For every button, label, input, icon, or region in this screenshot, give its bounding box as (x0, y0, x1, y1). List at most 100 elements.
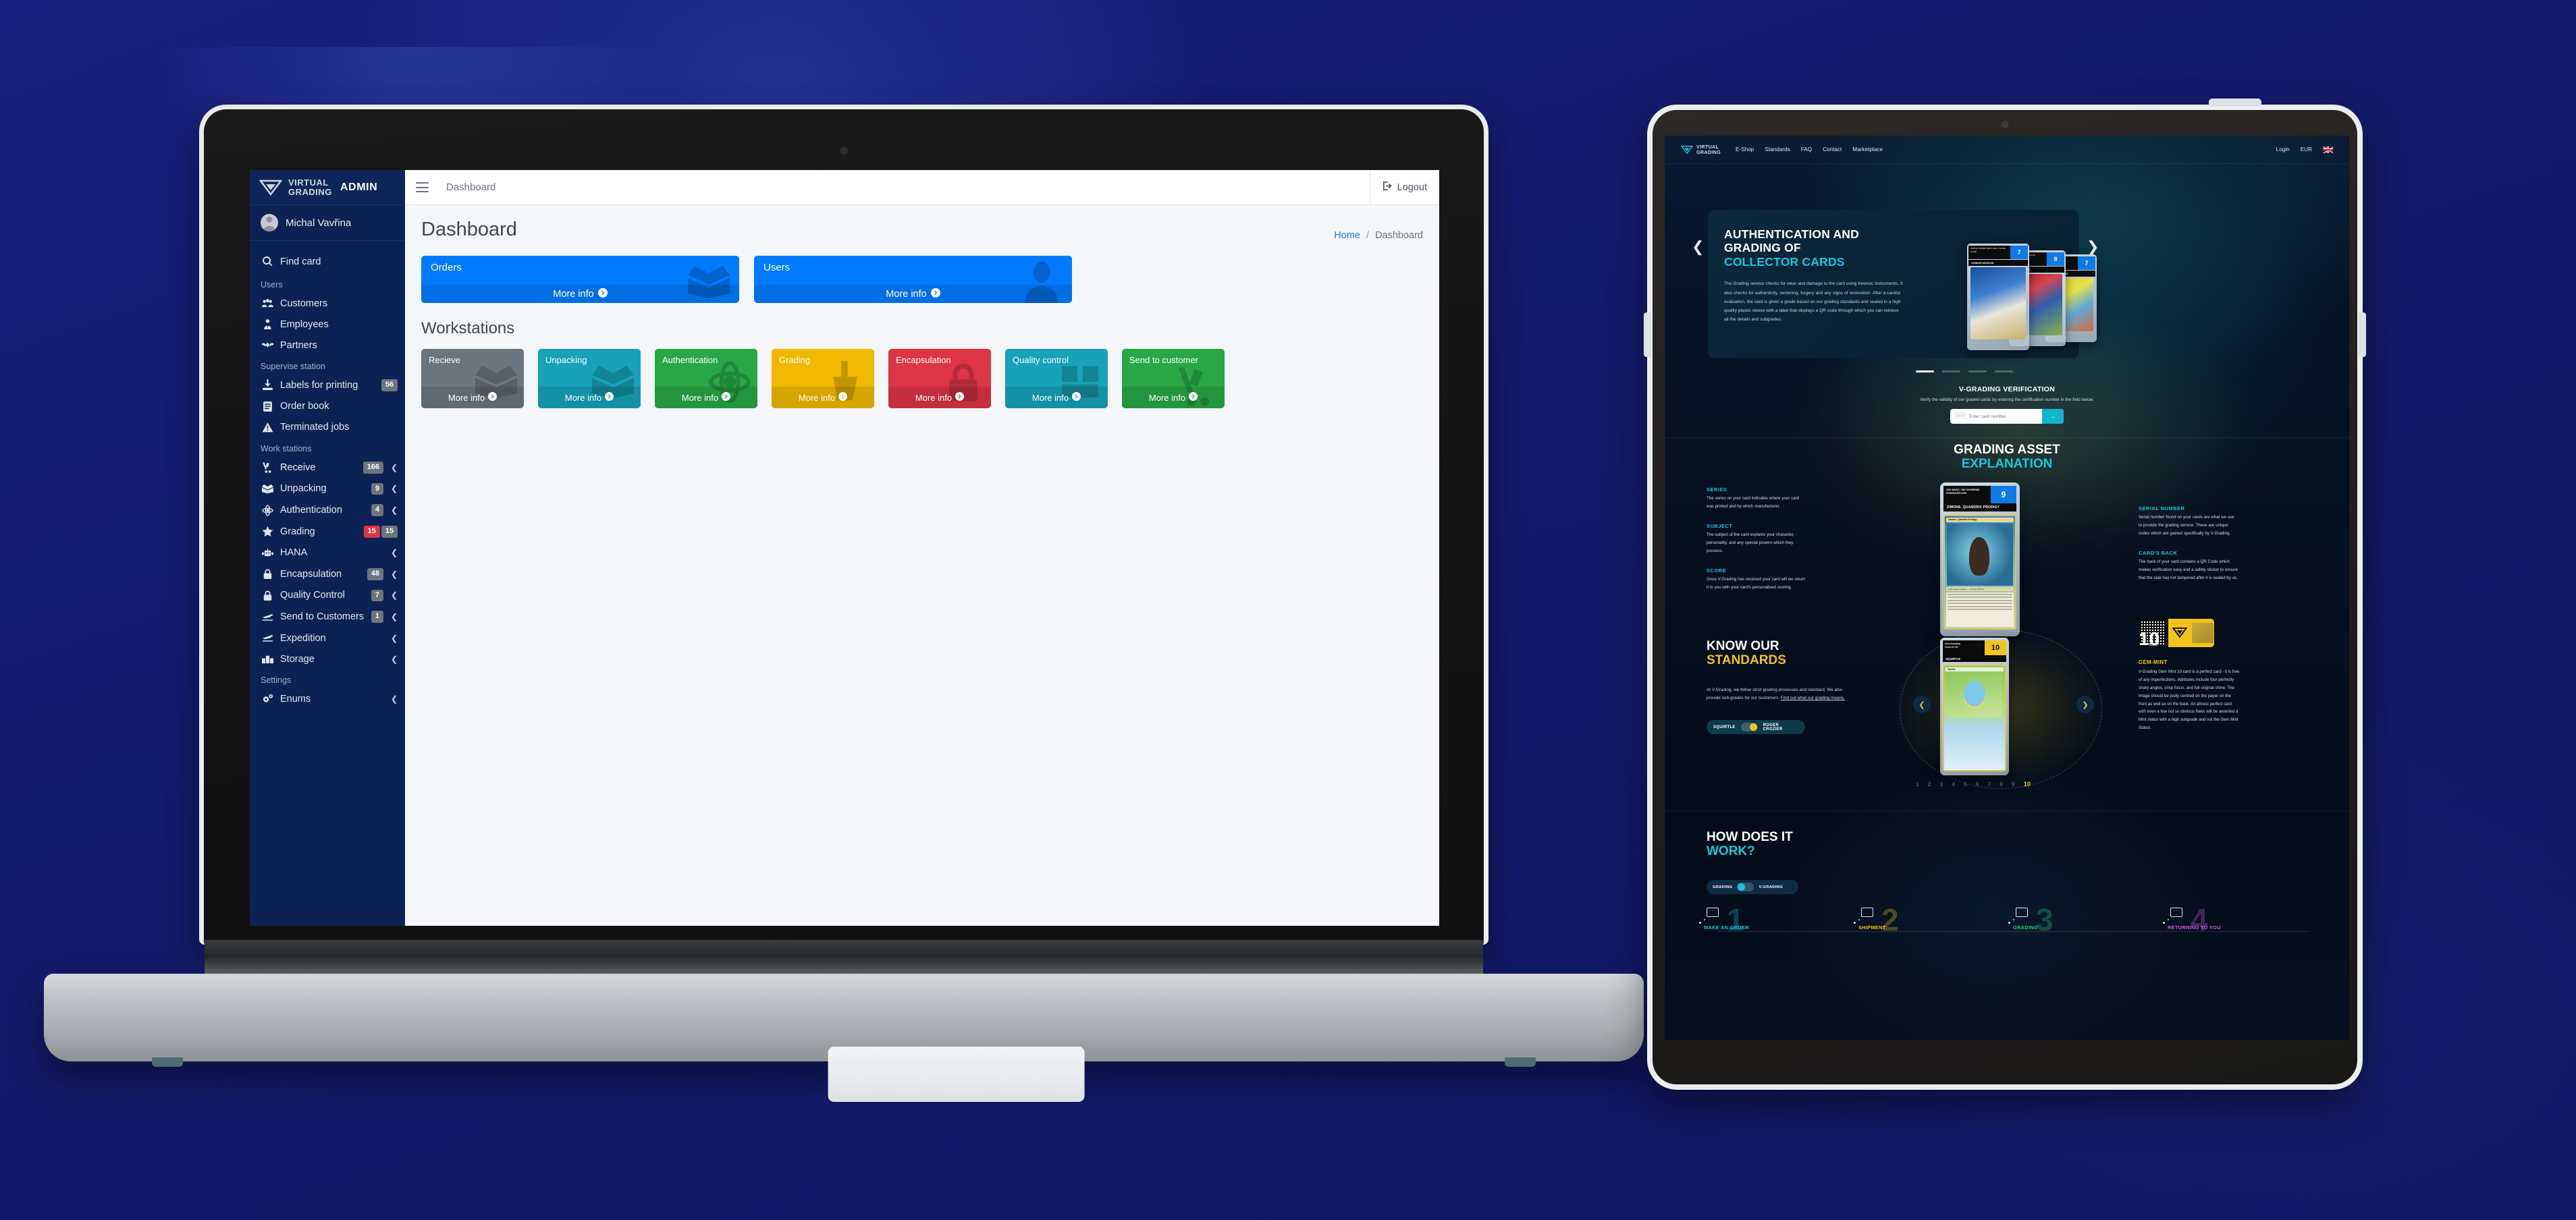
tablet-screen: VIRTUAL GRADING E-Shop Standards FAQ Cont… (1665, 136, 2349, 1040)
sidebar-item-storage[interactable]: Storage ❮ (250, 648, 405, 669)
status-badge: 166 (363, 461, 383, 474)
standards-prev-arrow-icon[interactable]: ❮ (1913, 696, 1931, 713)
verification-submit-button[interactable]: → (2042, 409, 2064, 424)
workstation-card-more-info[interactable]: More info (538, 387, 641, 408)
scale-step[interactable]: 5 (1964, 781, 1967, 788)
nav-link-contact[interactable]: Contact (1823, 146, 1842, 152)
workstation-card-more-info[interactable]: More info (1005, 387, 1108, 408)
sidebar-item-encapsulation[interactable]: Encapsulation 48 ❮ (250, 563, 405, 585)
chevron-left-icon[interactable]: ❮ (390, 655, 398, 664)
scale-step-active[interactable]: 10 (2024, 781, 2031, 788)
uk-flag-icon[interactable] (2323, 146, 2333, 153)
toggle-knob[interactable] (1740, 723, 1758, 731)
sidebar-item-hana[interactable]: HANA ❮ (250, 543, 405, 563)
workstation-card-encapsulation[interactable]: Encapsulation More info (888, 349, 991, 408)
standards-slab: 2019 POKEMON TEAM UP #22 10 SQUIRTLE Squ… (1940, 638, 2009, 775)
scale-step[interactable]: 6 (1976, 781, 1979, 788)
sidebar-item-label: Terminated jobs (280, 422, 350, 433)
carousel-dot[interactable] (1916, 370, 1934, 372)
scale-step[interactable]: 7 (1987, 781, 1991, 788)
sidebar-item-customers[interactable]: Customers (250, 293, 405, 314)
chevron-left-icon[interactable]: ❮ (390, 484, 398, 493)
standards-link[interactable]: Find out what our grading means. (1781, 696, 1845, 700)
workstation-card-recieve[interactable]: Recieve More info (421, 349, 524, 408)
sidebar-user[interactable]: Michal Vavřina (250, 205, 405, 241)
sidebar-item-label: Enums (280, 693, 311, 704)
standards-card-toggle[interactable]: SQUIRTLE ROGER CROZIER (1707, 720, 1805, 734)
block-heading: SCORE (1707, 567, 1727, 574)
workstation-card-more-info[interactable]: More info (655, 387, 757, 408)
scale-step[interactable]: 1 (1916, 781, 1919, 788)
how-it-works-toggle[interactable]: GRADING V-GRADING (1707, 880, 1798, 894)
scale-step[interactable]: 4 (1952, 781, 1955, 788)
tablet-volume-button[interactable] (2359, 312, 2366, 357)
sidebar-item-terminated-jobs[interactable]: Terminated jobs (250, 417, 405, 438)
carousel-dot[interactable] (1995, 370, 2013, 372)
workstation-card-cta-label: More info (798, 392, 836, 403)
chevron-left-icon[interactable]: ❮ (390, 548, 398, 557)
chevron-left-icon[interactable]: ❮ (390, 694, 398, 704)
chevron-left-icon[interactable]: ❮ (390, 634, 398, 643)
laptop-device: VIRTUAL GRADING ADMIN Michal Vavřina Fin… (37, 105, 1657, 1102)
sidebar-item-expedition[interactable]: Expedition ❮ (250, 628, 405, 648)
workstation-card-grading[interactable]: Grading More info (772, 349, 874, 408)
chevron-left-icon[interactable]: ❮ (390, 463, 398, 472)
workstation-card-more-info[interactable]: More info (1122, 387, 1225, 408)
scale-step[interactable]: 3 (1939, 781, 1943, 788)
sidebar-item-quality-control[interactable]: Quality Control 7 ❮ (250, 585, 405, 607)
scale-step[interactable]: 9 (2012, 781, 2015, 788)
sidebar-item-order-book[interactable]: Order book (250, 396, 405, 417)
sidebar-brand[interactable]: VIRTUAL GRADING ADMIN (250, 170, 405, 205)
workstation-card-more-info[interactable]: More info (421, 387, 524, 408)
workstation-card-more-info[interactable]: More info (888, 387, 991, 408)
nav-link-faq[interactable]: FAQ (1801, 146, 1812, 152)
currency-selector[interactable]: EUR (2301, 146, 2312, 152)
stat-card-more-info[interactable]: More info (754, 285, 1072, 303)
stat-card-orders[interactable]: Orders More info (421, 256, 739, 303)
sidebar-item-employees[interactable]: Employees (250, 314, 405, 335)
sidebar-item-labels-for-printing[interactable]: Labels for printing 56 (250, 375, 405, 396)
sidebar-item-find-card[interactable]: Find card (250, 249, 405, 274)
card-number-input[interactable] (1965, 414, 2042, 419)
nav-link-eshop[interactable]: E-Shop (1736, 146, 1754, 152)
carousel-dot[interactable] (1942, 370, 1960, 372)
tablet-power-button[interactable] (2209, 99, 2261, 107)
workstation-card-quality-control[interactable]: Quality control More info (1005, 349, 1108, 408)
toggle-knob[interactable] (1737, 883, 1754, 891)
hero-prev-arrow-icon[interactable]: ❮ (1692, 238, 1704, 256)
workstation-card-authentication[interactable]: Authentication More info (655, 349, 757, 408)
sidebar-item-receive[interactable]: Receive 166 ❮ (250, 457, 405, 478)
tablet-side-button[interactable] (1644, 312, 1651, 357)
card-id-icon (1955, 410, 1966, 422)
scale-step[interactable]: 2 (1928, 781, 1931, 788)
stat-card-more-info[interactable]: More info (421, 285, 739, 303)
chevron-left-icon[interactable]: ❮ (390, 590, 398, 600)
sidebar-item-send-to-customers[interactable]: Send to Customers 1 ❮ (250, 606, 405, 628)
stat-card-users[interactable]: Users More info (754, 256, 1072, 303)
handshake-icon (262, 339, 273, 351)
workstation-card-unpacking[interactable]: Unpacking More info (538, 349, 641, 408)
breadcrumb-home[interactable]: Home (1334, 230, 1360, 241)
chevron-left-icon[interactable]: ❮ (390, 612, 398, 621)
logout-button[interactable]: Logout (1369, 170, 1439, 204)
hero-next-arrow-icon[interactable]: ❯ (2087, 238, 2099, 256)
chevron-left-icon[interactable]: ❮ (390, 505, 398, 515)
sidebar-item-authentication[interactable]: Authentication 4 ❮ (250, 499, 405, 521)
chevron-left-icon[interactable]: ❮ (390, 570, 398, 579)
scale-step[interactable]: 8 (2000, 781, 2003, 788)
carousel-dot[interactable] (1968, 370, 1987, 372)
arrow-circle-right-icon (605, 392, 614, 403)
standards-next-arrow-icon[interactable]: ❯ (2076, 696, 2094, 713)
hamburger-menu-icon[interactable] (416, 182, 429, 192)
sidebar-item-enums[interactable]: Enums ❮ (250, 688, 405, 709)
nav-link-marketplace[interactable]: Marketplace (1852, 146, 1883, 152)
workstation-card-send-to-customer[interactable]: Send to customer More info (1122, 349, 1225, 408)
sidebar-item-unpacking[interactable]: Unpacking 9 ❮ (250, 478, 405, 500)
sidebar-item-partners[interactable]: Partners (250, 335, 405, 356)
sidebar-item-grading[interactable]: Grading 15 15 (250, 521, 405, 543)
workstation-card-more-info[interactable]: More info (772, 387, 874, 408)
nav-link-standards[interactable]: Standards (1765, 146, 1790, 152)
login-link[interactable]: Login (2276, 146, 2290, 152)
status-badge: 7 (371, 589, 383, 602)
site-logo[interactable]: VIRTUAL GRADING (1681, 144, 1721, 155)
